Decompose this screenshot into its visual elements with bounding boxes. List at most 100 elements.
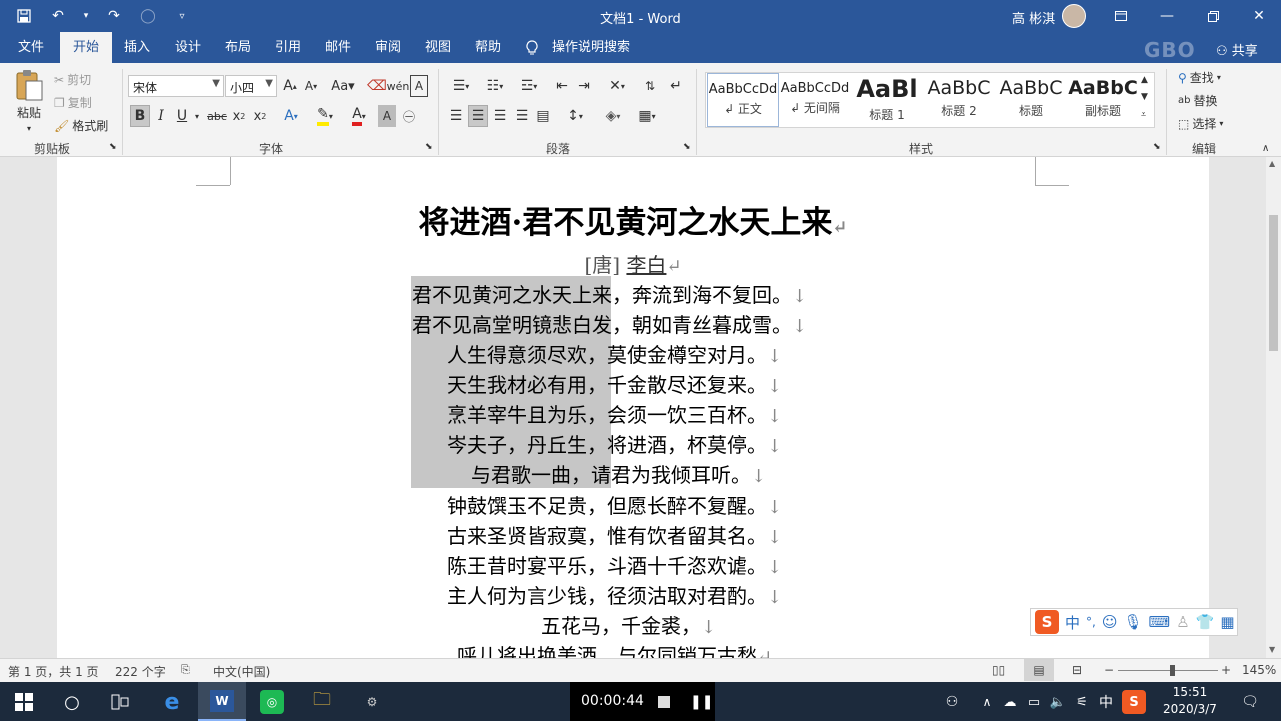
- change-case-button[interactable]: Aa ▾: [329, 75, 357, 97]
- multilevel-list-icon[interactable]: ☲ ▾: [514, 75, 544, 97]
- paste-button[interactable]: 粘贴 ▾: [14, 69, 44, 133]
- lightbulb-icon[interactable]: [524, 32, 540, 63]
- tab-review[interactable]: 审阅: [373, 32, 403, 63]
- align-center-icon[interactable]: ☰: [468, 105, 488, 127]
- edge-browser-icon[interactable]: e: [160, 690, 184, 715]
- vertical-scrollbar[interactable]: ▲ ▼: [1266, 157, 1281, 658]
- notifications-icon[interactable]: 🗨: [1238, 690, 1262, 714]
- style-normal[interactable]: AaBbCcDd ↲ 正文: [707, 73, 779, 127]
- select-button[interactable]: ⬚ 选择 ▾: [1178, 115, 1223, 132]
- decrease-indent-icon[interactable]: ⇤: [552, 75, 572, 97]
- stop-icon[interactable]: [658, 696, 670, 708]
- cloud-icon[interactable]: ☁: [998, 690, 1022, 714]
- battery-icon[interactable]: ▭: [1022, 690, 1046, 714]
- poem-line[interactable]: 烹羊宰牛且为乐，会须一饮三百杯。↓: [447, 399, 782, 428]
- underline-dropdown-icon[interactable]: ▾: [192, 105, 202, 127]
- restore-button[interactable]: [1190, 0, 1236, 32]
- align-right-icon[interactable]: ☰: [490, 105, 510, 127]
- phonetic-guide-icon[interactable]: wén: [387, 75, 410, 97]
- chinese-layout-icon[interactable]: ✕ ▾: [602, 75, 632, 97]
- subscript-button[interactable]: x2: [230, 105, 248, 127]
- zoom-out-icon[interactable]: −: [1104, 663, 1114, 677]
- gallery-up-icon[interactable]: ▲: [1141, 75, 1148, 85]
- toolbox-icon[interactable]: ▦: [1220, 613, 1234, 631]
- pause-icon[interactable]: ❚❚: [690, 694, 713, 710]
- superscript-button[interactable]: x2: [251, 105, 269, 127]
- poem-line[interactable]: 五花马，千金裘，↓: [541, 610, 716, 639]
- page-title[interactable]: 将进酒·君不见黄河之水天上来↵: [57, 197, 1209, 242]
- cut-button[interactable]: ✂ 剪切: [54, 71, 91, 88]
- shrink-font-button[interactable]: A ▾: [302, 75, 320, 97]
- font-color-icon[interactable]: A ▾: [344, 105, 374, 127]
- gallery-down-icon[interactable]: ▼: [1141, 92, 1148, 102]
- user-icon[interactable]: ♙: [1176, 613, 1189, 631]
- system-clock[interactable]: 15:51 2020/3/7: [1160, 684, 1220, 718]
- style-heading-2[interactable]: AaBbC 标题 2: [923, 73, 995, 127]
- sort-icon[interactable]: ⇅: [640, 75, 660, 97]
- poem-line[interactable]: 古来圣贤皆寂寞，惟有饮者留其名。↓: [447, 520, 782, 549]
- line-spacing-icon[interactable]: ↕ ▾: [560, 105, 590, 127]
- align-left-icon[interactable]: ☰: [446, 105, 466, 127]
- language[interactable]: 中文(中国): [213, 663, 270, 680]
- keyboard-icon[interactable]: ⌨: [1149, 613, 1171, 631]
- tab-layout[interactable]: 布局: [223, 32, 253, 63]
- poem-line[interactable]: 岑夫子，丹丘生，将进酒，杯莫停。↓: [447, 429, 782, 458]
- character-border-icon[interactable]: A: [410, 75, 428, 97]
- tab-mailings[interactable]: 邮件: [323, 32, 353, 63]
- app-green-icon[interactable]: ◎: [260, 690, 284, 714]
- microphone-icon[interactable]: 🎙: [1123, 613, 1142, 631]
- file-explorer-icon[interactable]: 🗀: [310, 689, 334, 714]
- tab-references[interactable]: 引用: [273, 32, 303, 63]
- scroll-thumb[interactable]: [1269, 215, 1278, 351]
- justify-icon[interactable]: ☰: [512, 105, 532, 127]
- recorder-app-icon[interactable]: ⚙: [360, 690, 384, 714]
- highlight-color-icon[interactable]: ✎ ▾: [310, 105, 340, 127]
- replace-button[interactable]: ab 替换: [1178, 92, 1218, 109]
- document-page[interactable]: 将进酒·君不见黄河之水天上来↵ [唐] 李白↵ 君不见黄河之水天上来，奔流到海不…: [57, 157, 1209, 658]
- poem-line[interactable]: 天生我材必有用，千金散尽还复来。↓: [447, 369, 782, 398]
- zoom-in-icon[interactable]: +: [1221, 663, 1231, 677]
- format-painter-button[interactable]: 🖌 格式刷: [54, 117, 108, 134]
- web-layout-icon[interactable]: ⊟: [1072, 663, 1082, 677]
- style-subtitle[interactable]: AaBbC 副标题: [1067, 73, 1139, 127]
- task-view-icon[interactable]: [108, 690, 132, 714]
- poem-line[interactable]: 主人何为言少钱，径须沽取对君酌。↓: [447, 580, 782, 609]
- clipboard-launcher-icon[interactable]: ⬊: [109, 142, 117, 152]
- bullets-icon[interactable]: ☰ ▾: [446, 75, 476, 97]
- scroll-down-icon[interactable]: ▼: [1269, 645, 1275, 654]
- user-name[interactable]: 高 彬淇: [1012, 8, 1055, 27]
- tab-file[interactable]: 文件: [16, 32, 46, 63]
- tab-help[interactable]: 帮助: [473, 32, 503, 63]
- bold-button[interactable]: B: [130, 105, 150, 127]
- zoom-slider-thumb[interactable]: [1170, 665, 1175, 676]
- poem-line[interactable]: 君不见黄河之水天上来，奔流到海不复回。↓: [412, 279, 807, 308]
- poem-line[interactable]: 钟鼓馔玉不足贵，但愿长醉不复醒。↓: [447, 490, 782, 519]
- tell-me-search[interactable]: 操作说明搜索: [550, 32, 632, 63]
- poem-line[interactable]: 呼儿将出换美酒，与尔同销万古愁↵: [457, 640, 772, 658]
- font-launcher-icon[interactable]: ⬊: [425, 142, 433, 152]
- word-count[interactable]: 222 个字: [115, 663, 166, 680]
- zoom-level[interactable]: 145%: [1242, 663, 1276, 677]
- close-button[interactable]: ✕: [1236, 0, 1281, 32]
- input-language[interactable]: 中: [1094, 690, 1118, 714]
- read-mode-icon[interactable]: ▯▯: [992, 663, 1005, 677]
- poem-line[interactable]: 与君歌一曲，请君为我倾耳听。↓: [471, 459, 766, 488]
- borders-icon[interactable]: ▦ ▾: [632, 105, 662, 127]
- increase-indent-icon[interactable]: ⇥: [574, 75, 594, 97]
- print-layout-icon[interactable]: ▤: [1024, 659, 1054, 681]
- ribbon-display-options-icon[interactable]: [1098, 0, 1144, 32]
- copy-button[interactable]: ❐ 复制: [54, 94, 92, 111]
- ime-toolbar[interactable]: S 中 °, ☺ 🎙 ⌨ ♙ 👕 ▦: [1030, 608, 1238, 636]
- style-no-spacing[interactable]: AaBbCcDd ↲ 无间隔: [779, 73, 851, 127]
- poem-line[interactable]: 君不见高堂明镜悲白发，朝如青丝暮成雪。↓: [412, 309, 807, 338]
- ime-mode[interactable]: 中: [1065, 612, 1080, 633]
- collapse-ribbon-icon[interactable]: ∧: [1262, 143, 1269, 154]
- styles-launcher-icon[interactable]: ⬊: [1153, 142, 1161, 152]
- proofing-icon[interactable]: ⎘: [181, 663, 190, 677]
- zoom-slider[interactable]: [1118, 670, 1218, 671]
- author-line[interactable]: [唐] 李白↵: [57, 249, 1209, 278]
- font-size-combo[interactable]: 小四 ▼: [225, 75, 277, 97]
- ime-punctuation[interactable]: °,: [1086, 615, 1096, 629]
- show-marks-icon[interactable]: ↵: [666, 75, 686, 97]
- page-count[interactable]: 第 1 页，共 1 页: [8, 663, 99, 680]
